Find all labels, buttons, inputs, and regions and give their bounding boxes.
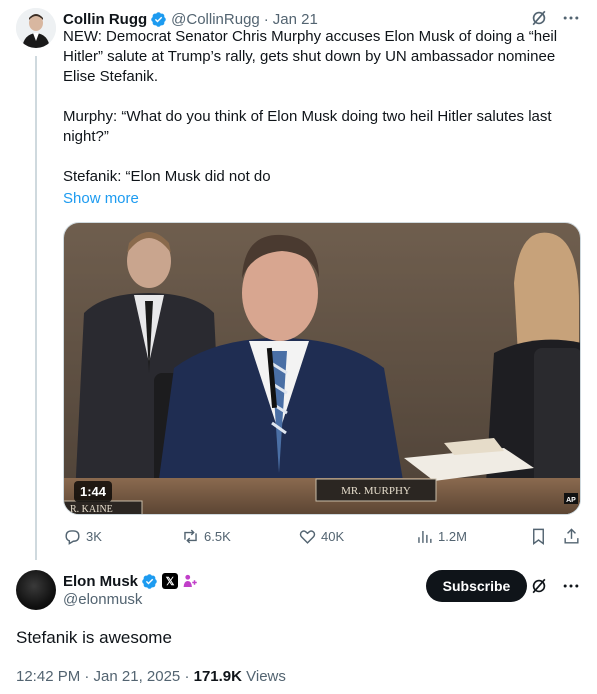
tweet-header: Collin Rugg @CollinRugg · Jan 21 [63, 9, 318, 29]
bookmark-icon[interactable] [529, 527, 548, 546]
tweet-paragraph: Stefanik: “Elon Musk did not do [63, 168, 271, 185]
tweet-text: NEW: Democrat Senator Chris Murphy accus… [63, 27, 581, 187]
quoted-tweet-collin-rugg[interactable]: Collin Rugg @CollinRugg · Jan 21 NEW: De… [0, 0, 597, 560]
views-button[interactable]: 1.2M [415, 527, 515, 546]
analytics-icon [418, 530, 432, 543]
retweet-count: 6.5K [204, 528, 231, 544]
more-options-icon[interactable] [561, 8, 581, 28]
like-button[interactable]: 40K [298, 527, 415, 546]
author-name[interactable]: Collin Rugg [63, 11, 147, 28]
reply-text: Stefanik is awesome [16, 628, 172, 647]
video-duration-badge: 1:44 [74, 481, 113, 502]
heart-icon [299, 529, 316, 544]
reply-author-handle[interactable]: @elonmusk [63, 591, 142, 608]
share-icon[interactable] [562, 527, 581, 546]
more-options-icon[interactable] [561, 576, 581, 596]
reply-header: Elon Musk 𝕏 [63, 571, 199, 591]
video-frame: MR. MURPHY R. KAINE AP [64, 223, 580, 515]
retweet-icon [184, 529, 197, 543]
reply-views-label: Views [241, 668, 286, 685]
ap-watermark: AP [566, 497, 576, 504]
x-affiliate-badge-icon[interactable]: 𝕏 [162, 573, 179, 589]
show-more-link[interactable]: Show more [63, 190, 139, 207]
tweet-paragraph: NEW: Democrat Senator Chris Murphy accus… [63, 28, 558, 85]
view-count: 1.2M [438, 528, 467, 544]
reply-view-count: 171.9K [193, 668, 242, 685]
nameplate-murphy: MR. MURPHY [341, 485, 411, 497]
reply-icon [65, 529, 80, 545]
reply-count: 3K [86, 528, 102, 544]
video-player[interactable]: MR. MURPHY R. KAINE AP 1:44 [63, 222, 581, 515]
astronaut-emoji-icon [183, 574, 197, 587]
reply-button[interactable]: 3K [63, 527, 181, 546]
tweet-end-actions [529, 527, 581, 546]
tweet-top-actions [529, 8, 581, 28]
avatar-image [16, 8, 56, 48]
reply-author-name[interactable]: Elon Musk [63, 573, 138, 590]
avatar[interactable] [16, 570, 56, 610]
like-count: 40K [321, 528, 345, 544]
tweet-date[interactable]: Jan 21 [273, 11, 318, 28]
verified-badge-icon[interactable] [141, 573, 158, 590]
date-separator: · [263, 10, 269, 28]
nameplate-kaine: R. KAINE [70, 504, 113, 515]
reply-top-actions [529, 576, 581, 596]
verified-badge-icon[interactable] [150, 11, 167, 28]
reply-meta: 12:42 PM · Jan 21, 2025 · 171.9K Views [16, 668, 286, 685]
reply-timestamp[interactable]: 12:42 PM · Jan 21, 2025 · [16, 668, 194, 685]
subscribe-button[interactable]: Subscribe [426, 570, 527, 602]
author-handle[interactable]: @CollinRugg [171, 11, 260, 28]
tweet-paragraph: Murphy: “What do you think of Elon Musk … [63, 108, 552, 145]
tweet-action-bar: 3K 6.5K 40K 1.2M [63, 524, 581, 548]
grok-icon[interactable] [529, 8, 549, 28]
retweet-button[interactable]: 6.5K [181, 527, 298, 546]
grok-icon[interactable] [529, 576, 549, 596]
avatar[interactable] [16, 8, 56, 48]
